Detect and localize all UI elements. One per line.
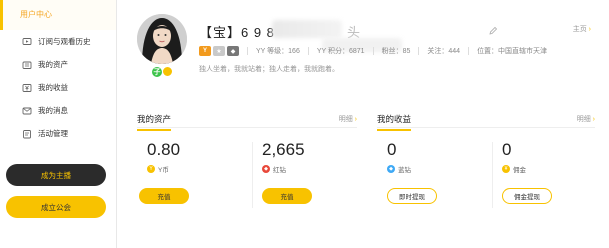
sidebar-item-messages[interactable]: 我的消息 — [0, 99, 116, 122]
edit-icon[interactable] — [489, 26, 498, 35]
main-content: 子 【宝】6 9 8 头 主页 › Y ★ ◆ YY 等级：166 YY 积分：… — [117, 0, 609, 248]
chevron-right-icon: › — [354, 116, 357, 123]
bluegem-card: 0 ◆ 蓝钻 即时提现 — [387, 140, 437, 204]
avatar[interactable] — [137, 14, 187, 64]
sidebar-item-assets[interactable]: 我的资产 — [0, 53, 116, 76]
yy-level: YY 等级：166 — [256, 48, 300, 55]
chevron-right-icon: › — [588, 26, 591, 33]
divider — [492, 142, 493, 208]
yy-points: YY 积分：6871 — [316, 48, 365, 55]
money-bag-icon: ¥ — [502, 165, 510, 173]
assets-detail-link[interactable]: 明细 › — [339, 114, 357, 124]
location: 位置：中国直辖市天津 — [477, 48, 548, 55]
divider — [252, 142, 253, 208]
home-link[interactable]: 主页 › — [573, 24, 591, 34]
sidebar-item-label: 我的消息 — [38, 106, 68, 115]
red-diamond-icon: ◆ — [262, 165, 270, 173]
create-guild-button[interactable]: 成立公会 — [6, 196, 106, 218]
noble-icon: ★ — [213, 46, 225, 56]
bluegem-label: 蓝钻 — [398, 167, 411, 174]
avatar-image — [137, 14, 187, 64]
commission-label: 佣金 — [513, 167, 526, 174]
ycoin-recharge-button[interactable]: 充值 — [139, 188, 189, 204]
user-center-page: 用户中心 订阅与观看历史 我的资产 我的收益 我的消息 活动管理 成为主播 成立… — [0, 0, 609, 248]
sidebar-item-label: 活动管理 — [38, 129, 68, 138]
sidebar-item-label: 订阅与观看历史 — [38, 37, 91, 46]
instant-withdraw-button[interactable]: 即时提现 — [387, 188, 437, 204]
ycoin-value: 0.80 — [147, 140, 181, 159]
income-title: 我的收益 — [377, 113, 412, 131]
redgem-recharge-button[interactable]: 充值 — [262, 188, 312, 204]
vip-badge-icon — [162, 66, 173, 77]
follow-count[interactable]: 关注：444 — [427, 46, 460, 56]
commission-card: 0 ¥ 佣金 佣金提现 — [502, 140, 552, 204]
activity-icon — [22, 129, 32, 139]
blurred-name-mask — [272, 20, 342, 38]
redgem-card: 2,665 ◆ 红钻 充值 — [262, 140, 312, 204]
message-icon — [22, 106, 32, 116]
ycoin-card: 0.80 Y Y币 充值 — [139, 140, 189, 204]
sidebar-item-subscription-history[interactable]: 订阅与观看历史 — [0, 30, 116, 53]
yy-level-icon: Y — [199, 46, 211, 56]
ycoin-icon: Y — [147, 165, 155, 173]
sidebar-item-label: 我的资产 — [38, 60, 68, 69]
bluegem-value: 0 — [387, 140, 397, 159]
assets-title: 我的资产 — [137, 113, 172, 131]
redgem-label: 红钻 — [273, 167, 286, 174]
assets-section-header: 我的资产 明细 › — [137, 110, 357, 131]
username: 【宝】6 9 8 — [199, 25, 275, 40]
income-section-header: 我的收益 明细 › — [377, 110, 595, 131]
blue-diamond-icon: ◆ — [387, 165, 395, 173]
bio: 独人坐着，我就站着；独人走着，我就跑着。 — [199, 66, 339, 73]
commission-value: 0 — [502, 140, 512, 159]
subscription-history-icon — [22, 37, 32, 47]
fans-count[interactable]: 粉丝：85 — [382, 46, 411, 56]
commission-withdraw-button[interactable]: 佣金提现 — [502, 188, 552, 204]
become-anchor-button[interactable]: 成为主播 — [6, 164, 106, 186]
medal-icon: ◆ — [227, 46, 239, 56]
redgem-value: 2,665 — [262, 140, 305, 159]
assets-icon — [22, 60, 32, 70]
income-detail-link[interactable]: 明细 › — [577, 114, 595, 124]
sidebar-item-income[interactable]: 我的收益 — [0, 76, 116, 99]
sidebar: 用户中心 订阅与观看历史 我的资产 我的收益 我的消息 活动管理 成为主播 成立… — [0, 0, 117, 248]
sidebar-item-label: 我的收益 — [38, 83, 68, 92]
chevron-right-icon: › — [592, 116, 595, 123]
sidebar-item-activity[interactable]: 活动管理 — [0, 122, 116, 145]
income-icon — [22, 83, 32, 93]
ycoin-label: Y币 — [158, 167, 169, 174]
sidebar-title: 用户中心 — [0, 0, 116, 30]
stats-row: Y ★ ◆ YY 等级：166 YY 积分：6871 粉丝：85 关注：444 … — [199, 46, 547, 56]
